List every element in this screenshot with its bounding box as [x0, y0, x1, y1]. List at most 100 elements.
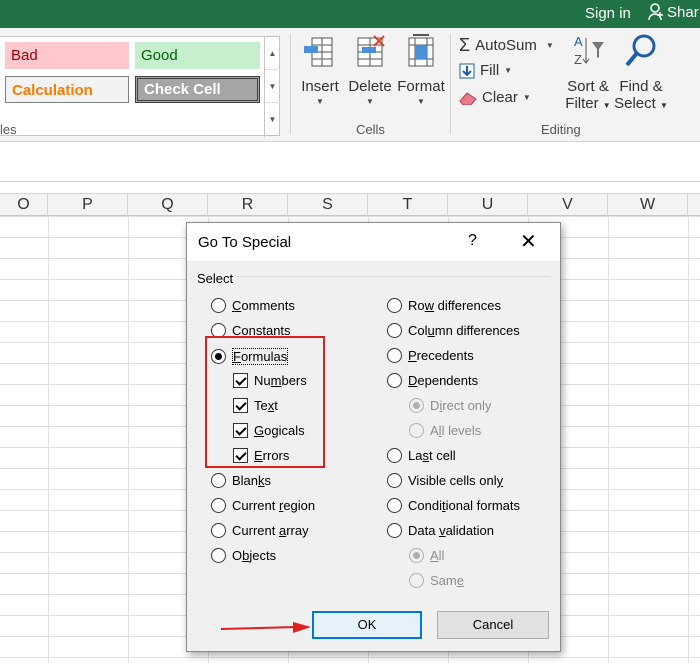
cancel-button[interactable]: Cancel [437, 611, 549, 639]
radio-button [409, 573, 424, 588]
radio-button[interactable] [387, 448, 402, 463]
option-current-region[interactable]: Current region [211, 498, 315, 513]
option-current-array[interactable]: Current array [211, 523, 309, 538]
option-row-differences[interactable]: Row differences [387, 298, 501, 313]
column-header[interactable]: W [608, 194, 688, 216]
eraser-icon [459, 91, 477, 105]
select-group-label: Select [197, 271, 238, 286]
option-dependents[interactable]: Dependents [387, 373, 478, 388]
option-label: Row differences [408, 298, 501, 313]
column-header[interactable]: P [48, 194, 128, 216]
style-check-cell[interactable]: Check Cell [135, 76, 260, 103]
option-label: Current region [232, 498, 316, 513]
radio-button[interactable] [387, 473, 402, 488]
radio-button[interactable] [387, 298, 402, 313]
column-header[interactable]: Q [128, 194, 208, 216]
fill-button[interactable]: Fill ▼ [459, 62, 512, 79]
option-direct-only: Direct only [409, 398, 491, 413]
find-label-2: Select [614, 95, 656, 112]
radio-button[interactable] [211, 498, 226, 513]
radio-button[interactable] [387, 348, 402, 363]
option-label: Blanks [232, 473, 272, 488]
gallery-scroll[interactable]: ▲ ▼ ▼ [264, 37, 280, 137]
autosum-button[interactable]: Σ AutoSum ▼ [459, 35, 554, 56]
scroll-up-icon[interactable]: ▲ [265, 37, 280, 70]
option-label: Conditional formats [408, 498, 521, 513]
radio-button[interactable] [211, 298, 226, 313]
radio-button[interactable] [387, 323, 402, 338]
option-label: Visible cells only [408, 473, 504, 488]
option-precedents[interactable]: Precedents [387, 348, 474, 363]
sigma-icon: Σ [459, 35, 471, 55]
option-visible-cells-only[interactable]: Visible cells only [387, 473, 503, 488]
scroll-down-icon[interactable]: ▼ [265, 70, 280, 103]
autosum-label: AutoSum [475, 37, 537, 54]
style-good[interactable]: Good [135, 42, 260, 69]
ok-button[interactable]: OK [312, 611, 422, 639]
option-column-differences[interactable]: Column differences [387, 323, 520, 338]
radio-button[interactable] [387, 498, 402, 513]
radio-button [409, 398, 424, 413]
option-conditional-formats[interactable]: Conditional formats [387, 498, 520, 513]
delete-button[interactable]: Delete ▼ [346, 32, 394, 106]
radio-button[interactable] [387, 523, 402, 538]
delete-cells-icon [357, 35, 385, 67]
format-label: Format [397, 78, 445, 95]
cells-group-label: Cells [356, 122, 385, 137]
style-calculation[interactable]: Calculation [5, 76, 129, 103]
sign-in-link[interactable]: Sign in [585, 5, 631, 22]
find-select-button[interactable]: Find & Select ▼ [614, 32, 668, 112]
option-label: Same [430, 573, 464, 588]
insert-button[interactable]: Insert ▼ [298, 32, 342, 106]
fill-down-icon [459, 63, 475, 78]
fill-label: Fill [480, 62, 500, 79]
radio-button[interactable] [211, 473, 226, 488]
radio-button [409, 423, 424, 438]
clear-button[interactable]: Clear ▼ [459, 89, 531, 106]
option-label: All levels [430, 423, 482, 438]
dialog-title-bar: Go To Special ? ✕ [187, 223, 560, 261]
formula-bar-area [0, 142, 700, 182]
option-comments[interactable]: Comments [211, 298, 295, 313]
delete-label: Delete [348, 78, 392, 95]
option-last-cell[interactable]: Last cell [387, 448, 456, 463]
radio-button[interactable] [387, 373, 402, 388]
option-blanks[interactable]: Blanks [211, 473, 271, 488]
column-header[interactable]: U [448, 194, 528, 216]
column-header[interactable]: S [288, 194, 368, 216]
option-all-levels: All levels [409, 423, 481, 438]
divider [450, 34, 451, 134]
format-cells-icon [408, 34, 434, 67]
option-same: Same [409, 573, 464, 588]
option-data-validation[interactable]: Data validation [387, 523, 494, 538]
sort-filter-button[interactable]: AZ Sort & Filter ▼ [563, 32, 613, 112]
close-icon[interactable]: ✕ [520, 229, 537, 254]
grid-line [48, 216, 49, 663]
radio-button[interactable] [211, 523, 226, 538]
divider [290, 34, 291, 134]
option-label: Data validation [408, 523, 495, 538]
option-objects[interactable]: Objects [211, 548, 276, 563]
column-header[interactable]: O [0, 194, 48, 216]
format-button[interactable]: Format ▼ [396, 32, 446, 106]
find-label-1: Find & [619, 78, 663, 95]
chevron-down-icon: ▼ [417, 97, 425, 106]
option-label: Dependents [408, 373, 479, 388]
option-label: Comments [232, 298, 295, 313]
style-bad[interactable]: Bad [5, 42, 129, 69]
chevron-down-icon: ▼ [366, 97, 374, 106]
radio-button [409, 548, 424, 563]
option-all: All [409, 548, 444, 563]
radio-button[interactable] [211, 548, 226, 563]
option-label: Objects [232, 548, 277, 563]
annotation-arrow-icon [221, 622, 311, 633]
share-button[interactable]: Shar [648, 3, 699, 21]
column-header[interactable]: V [528, 194, 608, 216]
insert-label: Insert [301, 78, 339, 95]
option-label: Current array [232, 523, 309, 538]
more-icon[interactable]: ▼ [265, 103, 280, 136]
column-header[interactable]: T [368, 194, 448, 216]
option-label: Column differences [408, 323, 520, 338]
help-icon[interactable]: ? [468, 232, 477, 250]
column-header[interactable]: R [208, 194, 288, 216]
